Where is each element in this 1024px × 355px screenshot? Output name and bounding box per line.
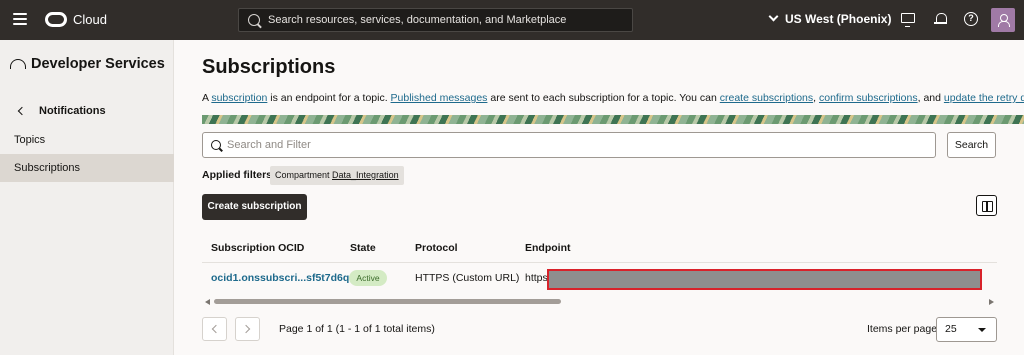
developer-services-icon <box>10 59 26 69</box>
breadcrumb-label: Notifications <box>39 105 106 117</box>
global-search-placeholder: Search resources, services, documentatio… <box>268 14 567 26</box>
sidebar: Developer Services Notifications Topics … <box>0 40 174 355</box>
desc-text: , and <box>917 92 944 104</box>
search-icon <box>248 14 260 26</box>
region-label: US West (Phoenix) <box>785 12 892 26</box>
search-and-filter-input[interactable] <box>227 136 927 154</box>
status-badge: Active <box>349 270 387 286</box>
search-button[interactable]: Search <box>947 132 996 158</box>
help-icon[interactable]: ? <box>964 12 978 26</box>
decorative-banner <box>202 115 1024 124</box>
page-description: A subscription is an endpoint for a topi… <box>202 92 1024 104</box>
user-avatar-icon[interactable] <box>991 8 1015 32</box>
column-header-ocid[interactable]: Subscription OCID <box>211 242 304 254</box>
manage-columns-icon[interactable] <box>976 195 997 216</box>
previous-page-button[interactable] <box>202 317 227 341</box>
items-per-page-select[interactable]: 25 <box>936 317 997 342</box>
applied-filters-label: Applied filters <box>202 169 273 181</box>
desc-text: are sent to each subscription for a topi… <box>487 92 720 104</box>
pagination-info: Page 1 of 1 (1 - 1 of 1 total items) <box>279 323 435 335</box>
horizontal-scrollbar[interactable] <box>202 296 997 308</box>
scroll-right-icon[interactable] <box>989 299 994 305</box>
region-selector[interactable]: US West (Phoenix) <box>768 11 892 26</box>
protocol-cell: HTTPS (Custom URL) <box>415 272 520 284</box>
chevron-left-icon <box>17 106 27 116</box>
back-to-notifications-link[interactable]: Notifications <box>17 105 106 117</box>
column-header-protocol[interactable]: Protocol <box>415 242 458 254</box>
endpoint-cell: https <box>525 272 548 284</box>
items-per-page-label: Items per page <box>867 323 938 335</box>
items-per-page-value: 25 <box>945 323 957 335</box>
column-header-state[interactable]: State <box>350 242 376 254</box>
notifications-bell-icon[interactable] <box>934 12 948 26</box>
chip-key: Compartment <box>275 170 333 180</box>
chip-value[interactable]: Data_Integration <box>332 170 399 180</box>
cloud-shell-icon[interactable] <box>901 13 915 27</box>
create-subscription-button[interactable]: Create subscription <box>202 194 307 220</box>
update-retry-duration-link[interactable]: update the retry duration <box>944 92 1024 104</box>
redacted-endpoint <box>547 269 982 290</box>
desc-text: is an endpoint for a topic. <box>267 92 391 104</box>
search-icon <box>211 140 221 150</box>
compartment-filter-chip[interactable]: Compartment Data_Integration <box>270 166 404 185</box>
logo-text[interactable]: Cloud <box>73 12 107 27</box>
chevron-down-icon <box>978 328 986 332</box>
scrollbar-thumb[interactable] <box>214 299 561 304</box>
subscription-ocid-link[interactable]: ocid1.onssubscri...sf5t7d6q <box>211 272 349 284</box>
chevron-down-icon <box>768 11 779 22</box>
next-page-button[interactable] <box>235 317 260 341</box>
published-messages-link[interactable]: Published messages <box>391 92 488 104</box>
subscription-link[interactable]: subscription <box>211 92 267 104</box>
main-content: Subscriptions A subscription is an endpo… <box>175 40 1024 355</box>
column-header-endpoint[interactable]: Endpoint <box>525 242 571 254</box>
desc-text: A <box>202 92 212 104</box>
global-search-bar[interactable]: Search resources, services, documentatio… <box>238 8 633 32</box>
create-subscriptions-link[interactable]: create subscriptions <box>720 92 813 104</box>
page-title: Subscriptions <box>202 56 336 78</box>
top-navigation-bar: Cloud Search resources, services, docume… <box>0 0 1024 40</box>
scroll-left-icon[interactable] <box>205 299 210 305</box>
search-and-filter-field[interactable] <box>202 132 936 158</box>
oracle-logo-icon[interactable] <box>45 12 67 27</box>
confirm-subscriptions-link[interactable]: confirm subscriptions <box>819 92 918 104</box>
sidebar-item-topics[interactable]: Topics <box>0 126 174 154</box>
sidebar-item-subscriptions[interactable]: Subscriptions <box>0 154 174 182</box>
service-title-text: Developer Services <box>31 56 165 72</box>
hamburger-menu-icon[interactable] <box>13 13 27 25</box>
service-title: Developer Services <box>10 56 165 72</box>
header-divider <box>202 262 997 263</box>
